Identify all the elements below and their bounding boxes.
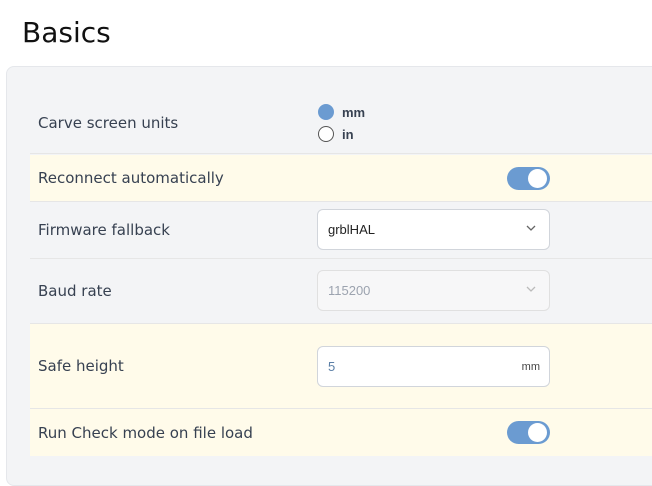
toggle-knob <box>528 423 547 442</box>
firmware-select[interactable]: grblHAL <box>317 209 550 250</box>
radio-selected-icon <box>318 104 334 120</box>
units-radio-group: mm in <box>318 101 365 145</box>
chevron-down-icon <box>525 283 537 298</box>
firmware-label: Firmware fallback <box>38 221 170 239</box>
baud-label: Baud rate <box>38 282 112 300</box>
firmware-value: grblHAL <box>328 222 375 237</box>
toggle-knob <box>528 169 547 188</box>
reconnect-row: Reconnect automatically <box>30 155 652 202</box>
safe-height-value: 5 <box>328 359 336 374</box>
baud-select[interactable]: 115200 <box>317 270 550 311</box>
check-mode-label: Run Check mode on file load <box>38 423 253 442</box>
reconnect-label: Reconnect automatically <box>38 169 224 187</box>
safe-height-input[interactable]: 5 mm <box>317 346 550 387</box>
safe-height-unit: mm <box>521 360 540 373</box>
units-option-mm: mm <box>342 104 366 120</box>
units-option-in: in <box>342 126 354 142</box>
safe-height-label: Safe height <box>38 357 124 375</box>
check-mode-row: Run Check mode on file load <box>30 409 652 456</box>
chevron-down-icon <box>525 222 537 237</box>
page-title: Basics <box>22 16 111 49</box>
reconnect-toggle[interactable] <box>507 167 550 190</box>
units-radio-in[interactable]: in <box>318 123 365 145</box>
check-mode-toggle[interactable] <box>507 421 550 444</box>
units-radio-mm[interactable]: mm <box>318 101 365 123</box>
baud-value: 115200 <box>328 283 371 298</box>
radio-unselected-icon <box>318 126 334 142</box>
units-label: Carve screen units <box>38 113 179 132</box>
